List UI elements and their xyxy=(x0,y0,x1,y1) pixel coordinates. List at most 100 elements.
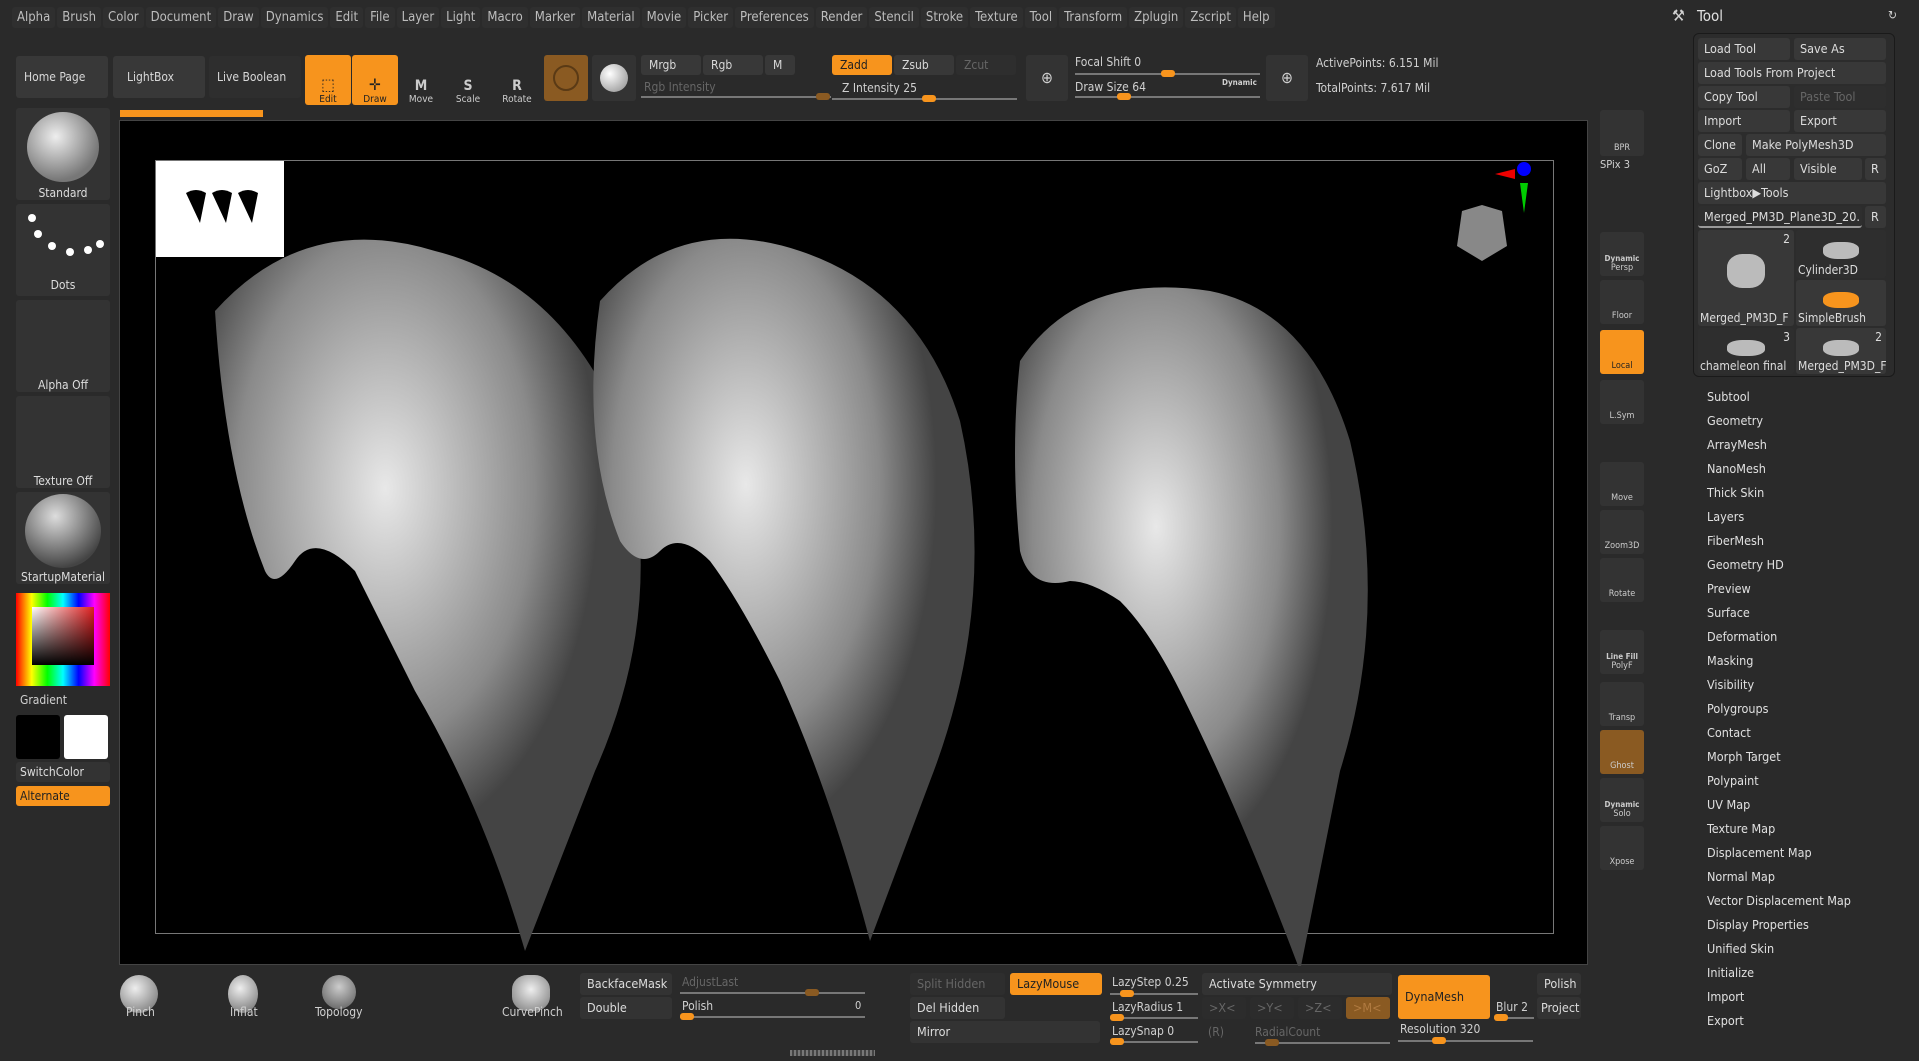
menu-zplugin[interactable]: Zplugin xyxy=(1129,6,1184,28)
rotate-button[interactable]: R Rotate xyxy=(494,55,540,105)
xpose-button[interactable]: Xpose xyxy=(1600,826,1644,870)
menu-draw[interactable]: Draw xyxy=(218,6,259,28)
subpalette-vector-displacement-map[interactable]: Vector Displacement Map xyxy=(1707,893,1851,908)
make-polymesh-button[interactable]: Make PolyMesh3D xyxy=(1746,134,1886,156)
goz-button[interactable]: GoZ xyxy=(1698,158,1742,180)
sym-x-button[interactable]: >X< xyxy=(1202,997,1246,1019)
switch-color-button[interactable]: SwitchColor xyxy=(16,762,110,782)
menu-movie[interactable]: Movie xyxy=(641,6,687,28)
solo-button[interactable]: Dynamic Solo xyxy=(1600,778,1644,822)
draw-size-slider[interactable] xyxy=(1075,93,1260,100)
lazyradius-slider[interactable] xyxy=(1110,1014,1198,1021)
subpalette-morph-target[interactable]: Morph Target xyxy=(1707,749,1781,764)
move-button[interactable]: M Move xyxy=(398,55,444,105)
subpalette-fibermesh[interactable]: FiberMesh xyxy=(1707,533,1764,548)
lightbox-button[interactable]: LightBox xyxy=(113,56,205,98)
floor-button[interactable]: Floor xyxy=(1600,280,1644,324)
radial-r-button[interactable]: (R) xyxy=(1208,1025,1224,1039)
tool-thumbnail[interactable]: 2 Merged_PM3D_F xyxy=(1698,230,1794,326)
rotate-view-button[interactable]: Rotate xyxy=(1600,558,1644,602)
sym-m-button[interactable]: >M< xyxy=(1346,997,1390,1019)
menu-picker[interactable]: Picker xyxy=(688,6,734,28)
goz-r-button[interactable]: R xyxy=(1865,158,1886,180)
bpr-button[interactable]: BPR xyxy=(1600,110,1644,156)
move-view-button[interactable]: Move xyxy=(1600,462,1644,506)
double-button[interactable]: Double xyxy=(580,997,672,1019)
menu-transform[interactable]: Transform xyxy=(1059,6,1128,28)
spix-label[interactable]: SPix 3 xyxy=(1600,158,1630,171)
curvepinch-label[interactable]: CurvePinch xyxy=(502,1005,563,1019)
menu-render[interactable]: Render xyxy=(815,6,868,28)
tool-thumbnail[interactable]: SimpleBrush xyxy=(1796,280,1886,326)
s-stroke-icon[interactable]: ⊕ xyxy=(1026,55,1068,101)
paste-tool-button[interactable]: Paste Tool xyxy=(1794,86,1886,108)
activate-symmetry-button[interactable]: Activate Symmetry xyxy=(1202,973,1392,995)
scale-button[interactable]: S Scale xyxy=(445,55,491,105)
zsub-button[interactable]: Zsub xyxy=(894,55,954,75)
subpalette-masking[interactable]: Masking xyxy=(1707,653,1753,668)
material-selector[interactable]: StartupMaterial xyxy=(16,492,110,584)
subpalette-surface[interactable]: Surface xyxy=(1707,605,1750,620)
lazymouse-button[interactable]: LazyMouse xyxy=(1010,973,1102,995)
home-page-button[interactable]: Home Page xyxy=(16,56,108,98)
gradient-label[interactable]: Gradient xyxy=(20,693,67,707)
secondary-color-swatch[interactable] xyxy=(64,715,108,759)
menu-texture[interactable]: Texture xyxy=(970,6,1023,28)
goz-all-button[interactable]: All xyxy=(1746,158,1790,180)
stroke-selector[interactable]: Dots xyxy=(16,204,110,296)
live-boolean-button[interactable]: Live Boolean xyxy=(209,56,301,98)
subpalette-displacement-map[interactable]: Displacement Map xyxy=(1707,845,1812,860)
menu-marker[interactable]: Marker xyxy=(529,6,581,28)
alpha-selector[interactable]: Alpha Off xyxy=(16,300,110,392)
rgb-button[interactable]: Rgb xyxy=(703,55,763,75)
subpalette-import[interactable]: Import xyxy=(1707,989,1744,1004)
subpalette-export[interactable]: Export xyxy=(1707,1013,1744,1028)
canvas[interactable] xyxy=(119,120,1588,966)
polish-button[interactable]: Polish xyxy=(1537,973,1581,995)
d-stroke-icon[interactable]: ⊕ xyxy=(1266,55,1308,101)
zcut-button[interactable]: Zcut xyxy=(956,55,1016,75)
subpalette-subtool[interactable]: Subtool xyxy=(1707,389,1750,404)
subpalette-normal-map[interactable]: Normal Map xyxy=(1707,869,1775,884)
subpalette-geometry[interactable]: Geometry xyxy=(1707,413,1763,428)
zadd-button[interactable]: Zadd xyxy=(832,55,892,75)
subpalette-preview[interactable]: Preview xyxy=(1707,581,1751,596)
subpalette-initialize[interactable]: Initialize xyxy=(1707,965,1754,980)
split-hidden-button[interactable]: Split Hidden xyxy=(910,973,1005,995)
texture-selector[interactable]: Texture Off xyxy=(16,396,110,488)
load-tool-button[interactable]: Load Tool xyxy=(1698,38,1790,60)
menu-zscript[interactable]: Zscript xyxy=(1185,6,1236,28)
menu-help[interactable]: Help xyxy=(1237,6,1275,28)
menu-edit[interactable]: Edit xyxy=(330,6,364,28)
focal-shift-slider[interactable] xyxy=(1075,70,1260,77)
menu-file[interactable]: File xyxy=(365,6,395,28)
local-button[interactable]: Local xyxy=(1600,330,1644,374)
subpalette-arraymesh[interactable]: ArrayMesh xyxy=(1707,437,1767,452)
del-hidden-button[interactable]: Del Hidden xyxy=(910,997,1005,1019)
zoom3d-button[interactable]: Zoom3D xyxy=(1600,510,1644,554)
edit-button[interactable]: ⬚ Edit xyxy=(305,55,351,105)
tool-thumbnail[interactable]: 3 chameleon final xyxy=(1698,328,1794,374)
subpalette-nanomesh[interactable]: NanoMesh xyxy=(1707,461,1766,476)
menu-preferences[interactable]: Preferences xyxy=(735,6,814,28)
current-tool-slider[interactable]: Merged_PM3D_Plane3D_20. xyxy=(1698,206,1862,228)
lazystep-slider[interactable] xyxy=(1110,990,1198,997)
project-button[interactable]: Project xyxy=(1537,997,1581,1019)
adjustlast-slider[interactable] xyxy=(680,989,865,996)
m-button[interactable]: M xyxy=(765,55,795,75)
draw-button[interactable]: ✛ Draw xyxy=(352,55,398,105)
ghost-button[interactable]: Ghost xyxy=(1600,730,1644,774)
tool-thumbnail[interactable]: Cylinder3D xyxy=(1796,230,1886,278)
resolution-slider[interactable] xyxy=(1398,1037,1533,1044)
sym-z-button[interactable]: >Z< xyxy=(1298,997,1342,1019)
blur-slider[interactable] xyxy=(1494,1014,1534,1021)
subpalette-deformation[interactable]: Deformation xyxy=(1707,629,1777,644)
menu-macro[interactable]: Macro xyxy=(482,6,528,28)
sym-y-button[interactable]: >Y< xyxy=(1250,997,1294,1019)
dynamesh-button[interactable]: DynaMesh xyxy=(1398,975,1490,1019)
primary-color-swatch[interactable] xyxy=(16,715,60,759)
goz-visible-button[interactable]: Visible xyxy=(1794,158,1862,180)
menu-color[interactable]: Color xyxy=(103,6,144,28)
texture-preview-button[interactable] xyxy=(592,55,636,101)
tray-toggle-handle[interactable] xyxy=(790,1050,875,1056)
